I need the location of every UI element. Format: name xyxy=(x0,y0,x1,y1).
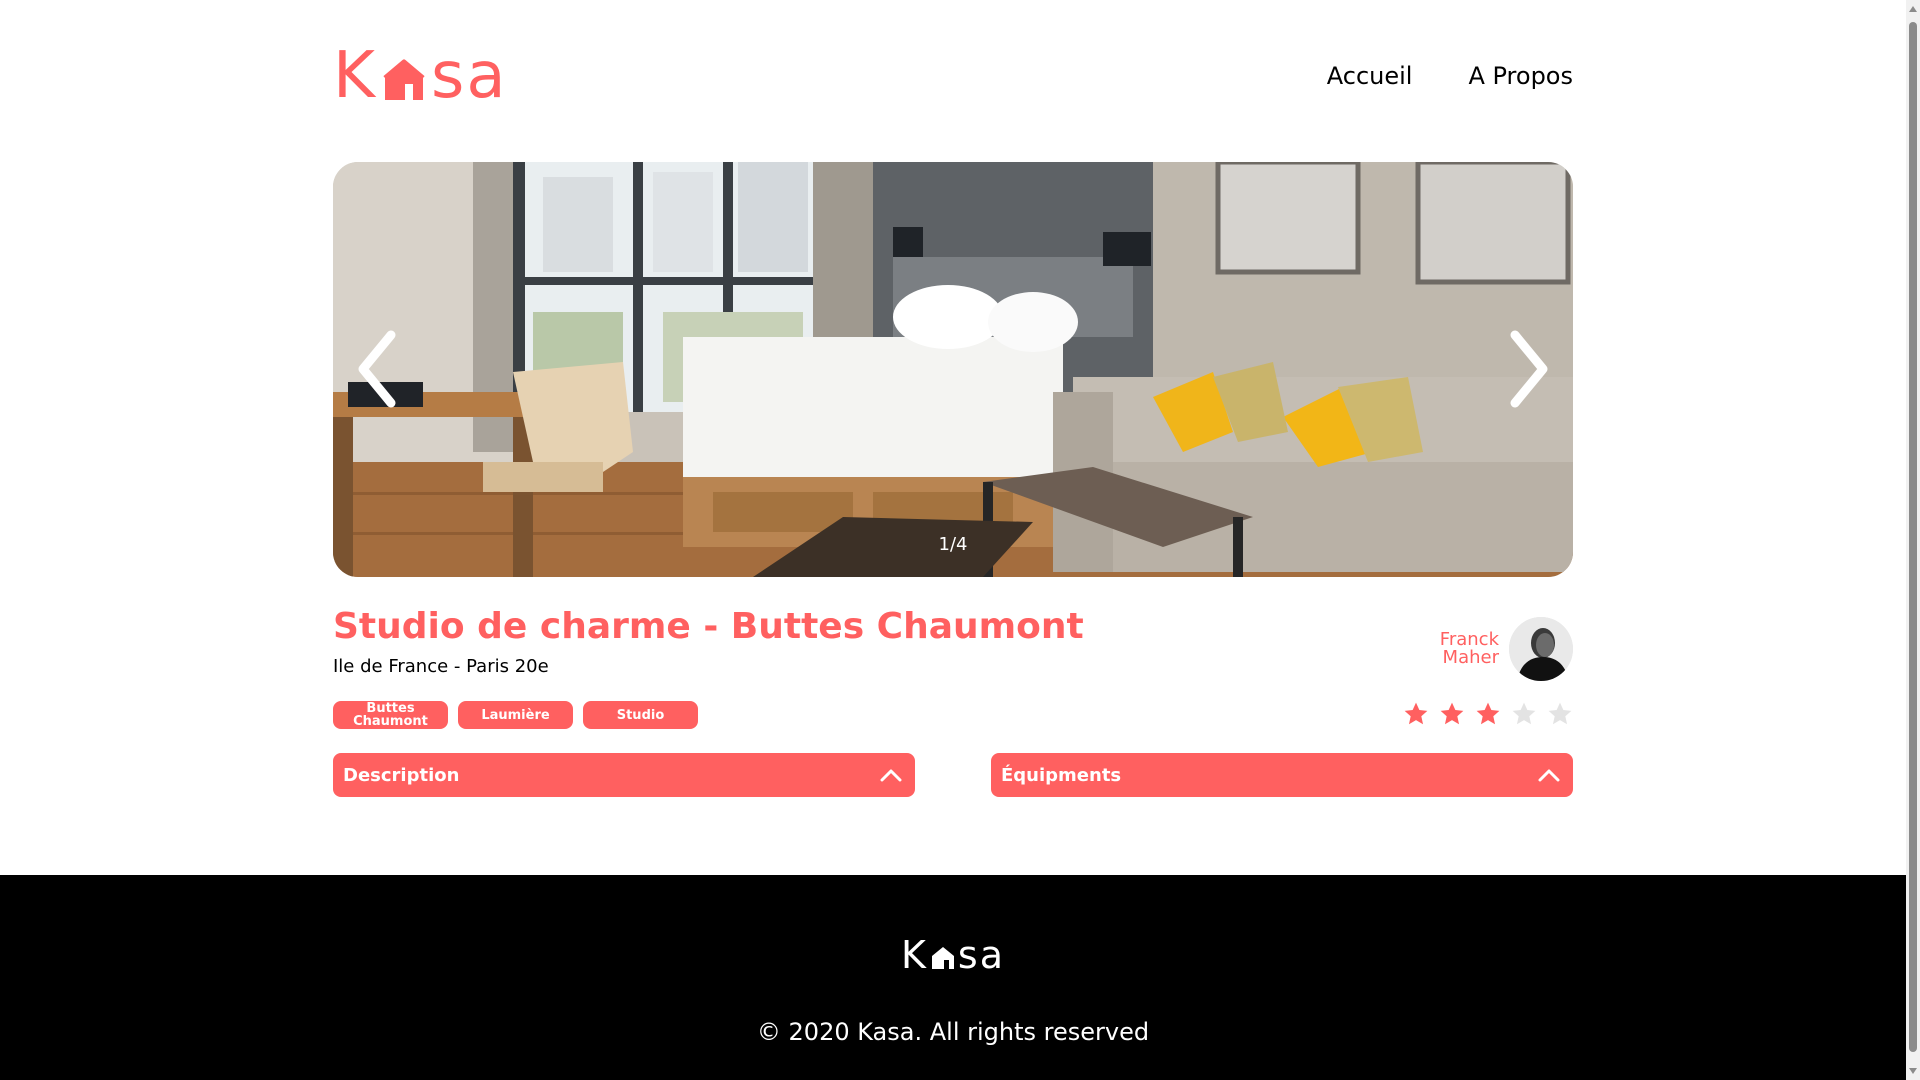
scrollbar-thumb[interactable] xyxy=(1909,22,1917,1052)
main-nav: Accueil A Propos xyxy=(1327,62,1573,90)
description-collapse[interactable]: Description xyxy=(333,753,915,797)
house-icon xyxy=(383,59,425,100)
equipments-collapse[interactable]: Équipments xyxy=(991,753,1573,797)
chevron-up-icon xyxy=(1538,769,1560,782)
gallery-counter: 1/4 xyxy=(938,534,968,555)
star-empty-icon xyxy=(1548,702,1572,725)
site-header: K sa Accueil A Propos xyxy=(333,44,1573,108)
tag: Laumière xyxy=(458,701,573,729)
gallery-next-arrow[interactable] xyxy=(1505,329,1553,409)
star-rating xyxy=(1403,701,1573,727)
avatar xyxy=(1509,617,1573,681)
apartment-photo xyxy=(333,162,1573,577)
host-info: Franck Maher xyxy=(1429,617,1573,681)
host-name: Franck Maher xyxy=(1429,631,1499,667)
footer-logo-letters-sa: sa xyxy=(957,933,1005,977)
nav-link-a-propos[interactable]: A Propos xyxy=(1468,62,1573,90)
star-filled-icon xyxy=(1440,702,1464,725)
star-filled-icon xyxy=(1404,702,1428,725)
copyright-text: © 2020 Kasa. All rights reserved xyxy=(756,1018,1150,1046)
scroll-up-arrow-icon[interactable] xyxy=(1909,6,1917,12)
kasa-logo[interactable]: K sa xyxy=(333,44,508,108)
star-filled-icon xyxy=(1476,702,1500,725)
house-icon xyxy=(931,947,954,969)
chevron-up-icon xyxy=(880,769,902,782)
tag: Studio xyxy=(583,701,698,729)
listing-title: Studio de charme - Buttes Chaumont xyxy=(333,606,1084,647)
footer-logo: K sa xyxy=(0,935,1906,975)
star-empty-icon xyxy=(1512,702,1536,725)
description-label: Description xyxy=(343,764,460,786)
tag: Buttes Chaumont xyxy=(333,701,448,729)
listing-location: Ile de France - Paris 20e xyxy=(333,656,549,677)
logo-letter-k: K xyxy=(333,39,377,113)
nav-link-accueil[interactable]: Accueil xyxy=(1327,62,1413,90)
equipments-label: Équipments xyxy=(1001,764,1122,786)
site-footer: K sa © 2020 Kasa. All rights reserved xyxy=(0,875,1906,1080)
footer-logo-letter-k: K xyxy=(900,933,928,977)
logo-letters-sa: sa xyxy=(430,39,508,113)
scroll-down-arrow-icon[interactable] xyxy=(1909,1068,1917,1074)
host-last-name: Maher xyxy=(1442,647,1499,668)
page-scrollbar[interactable] xyxy=(1906,0,1920,1080)
gallery-prev-arrow[interactable] xyxy=(353,329,401,409)
tag-list: Buttes Chaumont Laumière Studio xyxy=(333,701,698,729)
photo-gallery: 1/4 xyxy=(333,162,1573,577)
